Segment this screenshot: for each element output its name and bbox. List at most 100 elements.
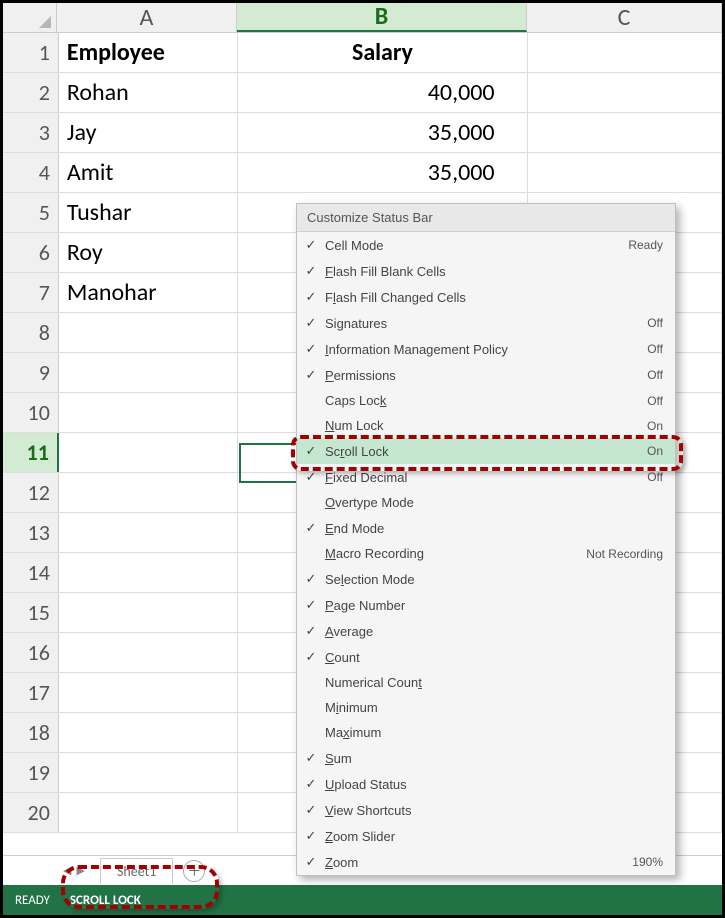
cell[interactable] bbox=[528, 113, 722, 152]
menu-item-value: Off bbox=[647, 316, 663, 330]
menu-item-label: Page Number bbox=[325, 598, 663, 613]
menu-item-label: Maximum bbox=[325, 725, 663, 740]
check-icon: ✓ bbox=[297, 520, 325, 536]
check-icon: ✓ bbox=[297, 649, 325, 665]
tab-nav[interactable]: ◀ ▶ bbox=[63, 864, 85, 877]
menu-item[interactable]: ✓Count bbox=[297, 644, 675, 670]
row-header[interactable]: 12 bbox=[3, 473, 59, 512]
menu-item[interactable]: ✓Page Number bbox=[297, 592, 675, 618]
menu-item[interactable]: ✓Scroll LockOn bbox=[297, 438, 675, 464]
row-header[interactable]: 20 bbox=[3, 793, 59, 832]
cell[interactable] bbox=[59, 313, 239, 352]
menu-item[interactable]: Maximum bbox=[297, 720, 675, 745]
cell[interactable] bbox=[59, 353, 239, 392]
cell[interactable]: Employee bbox=[59, 33, 239, 72]
cell[interactable]: Salary bbox=[238, 33, 527, 72]
check-icon: ✓ bbox=[297, 443, 325, 459]
cell[interactable]: Manohar bbox=[59, 273, 239, 312]
menu-item[interactable]: ✓SignaturesOff bbox=[297, 310, 675, 336]
row-header[interactable]: 15 bbox=[3, 593, 59, 632]
row-header[interactable]: 10 bbox=[3, 393, 59, 432]
cell[interactable] bbox=[59, 473, 239, 512]
row-header[interactable]: 5 bbox=[3, 193, 59, 232]
row-header[interactable]: 14 bbox=[3, 553, 59, 592]
customize-status-bar-menu[interactable]: Customize Status Bar ✓Cell ModeReady✓Fla… bbox=[296, 203, 676, 876]
row-header[interactable]: 6 bbox=[3, 233, 59, 272]
menu-item[interactable]: ✓Upload Status bbox=[297, 771, 675, 797]
row-header[interactable]: 17 bbox=[3, 673, 59, 712]
status-bar[interactable]: READY SCROLL LOCK bbox=[3, 885, 722, 915]
add-sheet-button[interactable]: ＋ bbox=[183, 860, 205, 882]
column-header-C[interactable]: C bbox=[527, 3, 722, 32]
cell[interactable] bbox=[59, 713, 239, 752]
row-header[interactable]: 11 bbox=[3, 433, 59, 472]
cell[interactable]: 35,000 bbox=[238, 113, 527, 152]
row-header[interactable]: 1 bbox=[3, 33, 59, 72]
cell[interactable] bbox=[528, 33, 722, 72]
cell[interactable]: Tushar bbox=[59, 193, 239, 232]
menu-item-label: End Mode bbox=[325, 521, 663, 536]
menu-item[interactable]: ✓Zoom Slider bbox=[297, 823, 675, 849]
cell[interactable] bbox=[528, 73, 722, 112]
row-header[interactable]: 16 bbox=[3, 633, 59, 672]
menu-item[interactable]: Overtype Mode bbox=[297, 490, 675, 515]
check-icon: ✓ bbox=[297, 802, 325, 818]
menu-item[interactable]: ✓Sum bbox=[297, 745, 675, 771]
row-header[interactable]: 7 bbox=[3, 273, 59, 312]
column-headers: A B C bbox=[3, 3, 722, 33]
sheet-tab[interactable]: Sheet1 bbox=[100, 858, 173, 884]
row-header[interactable]: 18 bbox=[3, 713, 59, 752]
cell[interactable] bbox=[59, 673, 239, 712]
check-icon: ✓ bbox=[297, 469, 325, 485]
row-header[interactable]: 4 bbox=[3, 153, 59, 192]
menu-item-value: On bbox=[647, 444, 663, 458]
cell[interactable]: Roy bbox=[59, 233, 239, 272]
tab-prev-icon[interactable]: ◀ bbox=[63, 864, 71, 877]
menu-item-value: Off bbox=[647, 342, 663, 356]
menu-item[interactable]: ✓Cell ModeReady bbox=[297, 232, 675, 258]
row-header[interactable]: 2 bbox=[3, 73, 59, 112]
row-header[interactable]: 9 bbox=[3, 353, 59, 392]
cell[interactable] bbox=[59, 433, 239, 472]
tab-next-icon[interactable]: ▶ bbox=[76, 864, 84, 877]
menu-item[interactable]: ✓End Mode bbox=[297, 515, 675, 541]
cell[interactable] bbox=[59, 593, 239, 632]
cell[interactable]: 35,000 bbox=[238, 153, 527, 192]
menu-item[interactable]: Macro RecordingNot Recording bbox=[297, 541, 675, 566]
menu-item[interactable]: Numerical Count bbox=[297, 670, 675, 695]
cell[interactable]: Rohan bbox=[59, 73, 238, 112]
column-header-A[interactable]: A bbox=[57, 3, 237, 32]
cell[interactable]: 40,000 bbox=[238, 73, 527, 112]
menu-item[interactable]: ✓Selection Mode bbox=[297, 566, 675, 592]
menu-item[interactable]: Num LockOn bbox=[297, 413, 675, 438]
cell[interactable] bbox=[59, 793, 239, 832]
menu-item[interactable]: ✓PermissionsOff bbox=[297, 362, 675, 388]
menu-item[interactable]: ✓Fixed DecimalOff bbox=[297, 464, 675, 490]
column-header-B[interactable]: B bbox=[237, 3, 527, 32]
menu-item[interactable]: Minimum bbox=[297, 695, 675, 720]
cell[interactable] bbox=[59, 633, 239, 672]
cell[interactable] bbox=[59, 553, 239, 592]
menu-item[interactable]: ✓Flash Fill Changed Cells bbox=[297, 284, 675, 310]
cell[interactable] bbox=[59, 513, 239, 552]
select-all-corner[interactable] bbox=[3, 3, 57, 32]
menu-item-label: Overtype Mode bbox=[325, 495, 663, 510]
cell[interactable] bbox=[59, 753, 239, 792]
menu-item[interactable]: ✓Information Management PolicyOff bbox=[297, 336, 675, 362]
cell[interactable] bbox=[59, 393, 239, 432]
menu-item[interactable]: ✓Flash Fill Blank Cells bbox=[297, 258, 675, 284]
row-header[interactable]: 19 bbox=[3, 753, 59, 792]
row-header[interactable]: 3 bbox=[3, 113, 59, 152]
cell[interactable]: Amit bbox=[59, 153, 238, 192]
menu-item[interactable]: ✓Zoom190% bbox=[297, 849, 675, 875]
cell[interactable]: Jay bbox=[59, 113, 238, 152]
menu-item[interactable]: Caps LockOff bbox=[297, 388, 675, 413]
check-icon: ✓ bbox=[297, 289, 325, 305]
row-header[interactable]: 13 bbox=[3, 513, 59, 552]
menu-item[interactable]: ✓View Shortcuts bbox=[297, 797, 675, 823]
menu-item[interactable]: ✓Average bbox=[297, 618, 675, 644]
menu-item-label: Fixed Decimal bbox=[325, 470, 647, 485]
check-icon: ✓ bbox=[297, 367, 325, 383]
cell[interactable] bbox=[528, 153, 722, 192]
row-header[interactable]: 8 bbox=[3, 313, 59, 352]
